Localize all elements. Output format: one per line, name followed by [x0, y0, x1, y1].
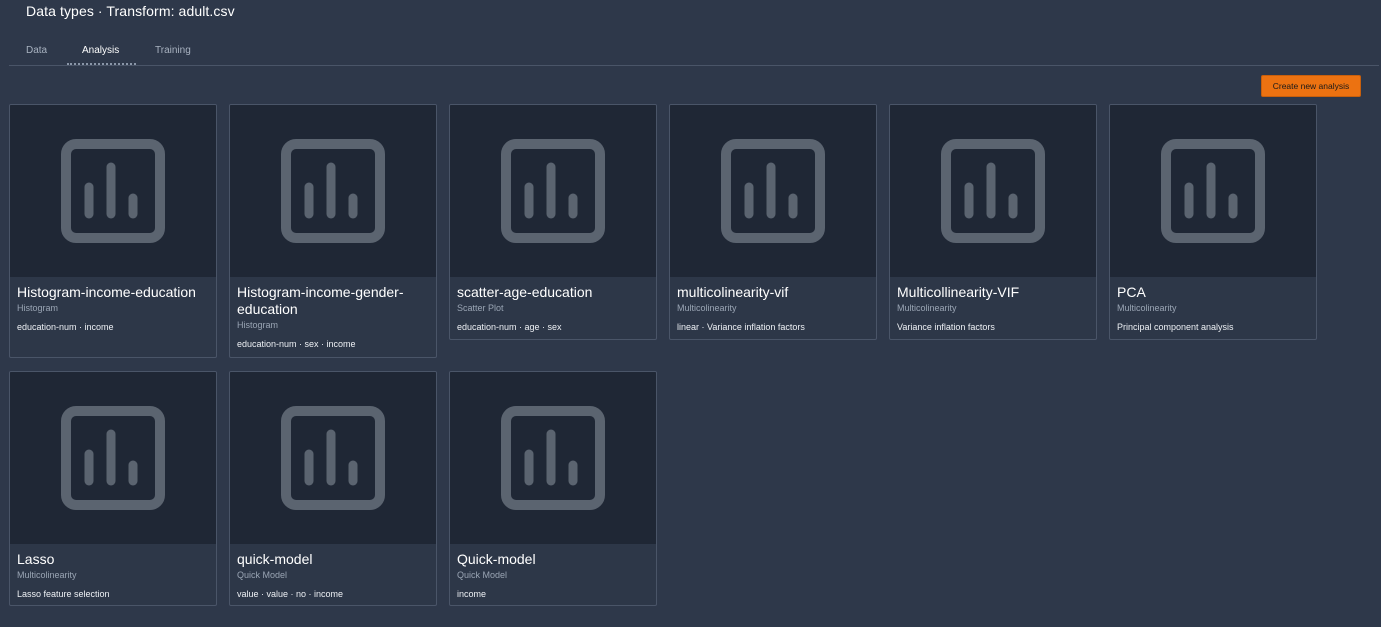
card-tags: Lasso feature selection — [17, 589, 110, 599]
card-thumbnail — [450, 372, 656, 544]
analysis-card[interactable]: Histogram-income-education Histogram educa… — [9, 104, 217, 358]
card-title[interactable]: PCA — [1117, 284, 1309, 301]
tab-bar: Data Analysis Training — [9, 38, 1379, 66]
analysis-card[interactable]: scatter-age-education Scatter Plot educati… — [449, 104, 657, 340]
card-tags: value · value · no · income — [237, 589, 344, 599]
create-new-analysis-button[interactable]: Create new analysis — [1261, 75, 1361, 97]
bar-chart-icon — [721, 139, 825, 243]
card-type: Multicolinearity — [1117, 303, 1177, 313]
card-tags: education-num · age · sex — [457, 322, 562, 332]
card-title[interactable]: scatter-age-education — [457, 284, 649, 301]
card-type: Multicolinearity — [677, 303, 737, 313]
card-type: Histogram — [17, 303, 59, 313]
card-body: Histogram-income-education Histogram educa… — [10, 277, 216, 339]
tab-data[interactable]: Data — [26, 45, 47, 56]
card-type: Quick Model — [457, 570, 508, 580]
bar-chart-icon — [61, 406, 165, 510]
bar-chart-icon — [281, 406, 385, 510]
bar-chart-icon — [281, 139, 385, 243]
card-tags: linear · Variance inflation factors — [677, 322, 805, 332]
card-thumbnail — [1110, 105, 1316, 277]
bar-chart-icon — [501, 406, 605, 510]
card-title[interactable]: Multicollinearity-VIF — [897, 284, 1089, 301]
card-body: Quick-model Quick Model income — [450, 544, 656, 605]
bar-chart-icon — [941, 139, 1045, 243]
card-type: Scatter Plot — [457, 303, 504, 313]
card-thumbnail — [10, 105, 216, 277]
card-body: quick-model Quick Model value · value · no… — [230, 544, 436, 605]
card-tags: education-num · sex · income — [237, 339, 356, 349]
card-title[interactable]: Quick-model — [457, 551, 649, 568]
card-body: Multicollinearity-VIF Multicolinearity Var… — [890, 277, 1096, 339]
tab-analysis[interactable]: Analysis — [82, 45, 119, 56]
bar-chart-icon — [1161, 139, 1265, 243]
card-body: PCA Multicolinearity Principal component a… — [1110, 277, 1316, 339]
card-type: Multicolinearity — [17, 570, 77, 580]
card-type: Histogram — [237, 320, 279, 330]
card-body: Lasso Multicolinearity Lasso feature selec… — [10, 544, 216, 605]
card-thumbnail — [230, 372, 436, 544]
analysis-card[interactable]: Quick-model Quick Model income — [449, 371, 657, 606]
card-title[interactable]: multicolinearity-vif — [677, 284, 869, 301]
card-tags: education-num · income — [17, 322, 114, 332]
page-title: Data types · Transform: adult.csv — [26, 3, 235, 19]
active-tab-indicator — [67, 63, 136, 65]
card-tags: income — [457, 589, 487, 599]
card-thumbnail — [450, 105, 656, 277]
card-body: Histogram-income-gender-education Histogr… — [230, 277, 436, 356]
card-title[interactable]: Histogram-income-education — [17, 284, 209, 301]
card-body: multicolinearity-vif Multicolinearity line… — [670, 277, 876, 339]
analysis-card[interactable]: PCA Multicolinearity Principal component a… — [1109, 104, 1317, 340]
bar-chart-icon — [61, 139, 165, 243]
analysis-card[interactable]: multicolinearity-vif Multicolinearity line… — [669, 104, 877, 340]
card-type: Multicolinearity — [897, 303, 957, 313]
card-thumbnail — [10, 372, 216, 544]
analysis-card[interactable]: Histogram-income-gender-education Histogr… — [229, 104, 437, 358]
card-title[interactable]: Histogram-income-gender-education — [237, 284, 429, 318]
analysis-card[interactable]: Lasso Multicolinearity Lasso feature selec… — [9, 371, 217, 606]
card-tags: Principal component analysis — [1117, 322, 1234, 332]
card-body: scatter-age-education Scatter Plot educati… — [450, 277, 656, 339]
card-thumbnail — [670, 105, 876, 277]
tab-training[interactable]: Training — [155, 45, 191, 56]
analysis-card[interactable]: Multicollinearity-VIF Multicolinearity Var… — [889, 104, 1097, 340]
bar-chart-icon — [501, 139, 605, 243]
card-title[interactable]: quick-model — [237, 551, 429, 568]
card-tags: Variance inflation factors — [897, 322, 995, 332]
card-thumbnail — [230, 105, 436, 277]
card-type: Quick Model — [237, 570, 288, 580]
card-title[interactable]: Lasso — [17, 551, 209, 568]
card-thumbnail — [890, 105, 1096, 277]
analysis-card[interactable]: quick-model Quick Model value · value · no… — [229, 371, 437, 606]
